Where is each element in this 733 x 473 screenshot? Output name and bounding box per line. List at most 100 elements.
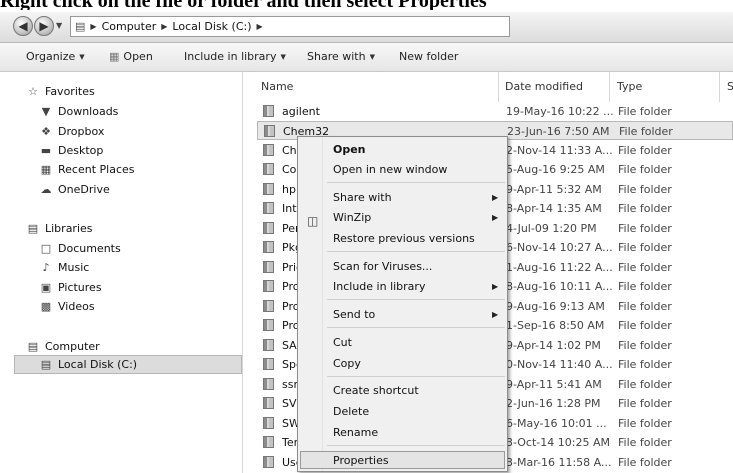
menu-item-create-shortcut[interactable]: Create shortcut bbox=[333, 384, 419, 397]
open-button[interactable]: ▦ Open bbox=[109, 50, 153, 63]
music-icon: ♪ bbox=[42, 261, 50, 274]
folder-icon bbox=[263, 417, 274, 429]
folder-icon bbox=[263, 280, 274, 292]
column-header-size[interactable]: S bbox=[727, 80, 733, 93]
breadcrumb-computer[interactable]: Computer bbox=[102, 20, 157, 33]
folder-icon bbox=[263, 202, 274, 214]
folder-icon bbox=[263, 300, 274, 312]
column-header-type[interactable]: Type bbox=[617, 80, 642, 93]
chevron-right-icon[interactable]: ▶ bbox=[257, 22, 263, 31]
open-label: Open bbox=[123, 50, 153, 63]
menu-item-include-in-library[interactable]: Include in library bbox=[333, 280, 425, 293]
menu-item-rename[interactable]: Rename bbox=[333, 426, 378, 439]
menu-separator bbox=[327, 327, 505, 328]
folder-icon bbox=[263, 358, 274, 370]
nav-favorites[interactable]: ☆ Favorites bbox=[26, 82, 95, 101]
menu-separator bbox=[327, 299, 505, 300]
chevron-down-icon: ▼ bbox=[369, 52, 375, 61]
downloads-icon: ▼ bbox=[41, 105, 51, 118]
libraries-icon: ▤ bbox=[27, 222, 39, 235]
desktop-icon: ▬ bbox=[40, 144, 52, 157]
dropbox-icon: ❖ bbox=[41, 125, 51, 138]
nav-documents[interactable]: □ Documents bbox=[39, 239, 121, 258]
column-divider[interactable] bbox=[498, 72, 499, 102]
chevron-right-icon[interactable]: ▶ bbox=[90, 22, 96, 31]
address-box[interactable]: ▤ ▶ Computer ▶ Local Disk (C:) ▶ bbox=[70, 16, 510, 37]
menu-item-open[interactable]: Open bbox=[333, 143, 366, 156]
folder-icon bbox=[263, 456, 274, 468]
winzip-icon: ◫ bbox=[307, 214, 319, 228]
folder-icon bbox=[263, 163, 274, 175]
new-folder-label: New folder bbox=[399, 50, 459, 63]
column-divider[interactable] bbox=[609, 72, 610, 102]
share-with-button[interactable]: Share with ▼ bbox=[307, 50, 375, 63]
nav-desktop[interactable]: ▬ Desktop bbox=[39, 141, 104, 160]
nav-recent-places[interactable]: ▦ Recent Places bbox=[39, 160, 135, 179]
recent-places-icon: ▦ bbox=[40, 163, 52, 176]
menu-item-send-to[interactable]: Send to bbox=[333, 308, 375, 321]
include-label: Include in library bbox=[184, 50, 277, 63]
menu-item-properties[interactable]: Properties bbox=[333, 454, 389, 467]
menu-separator bbox=[327, 251, 505, 252]
nav-computer[interactable]: ▤ Computer bbox=[26, 337, 100, 356]
nav-libraries[interactable]: ▤ Libraries bbox=[26, 219, 93, 238]
computer-icon: ▤ bbox=[27, 340, 39, 353]
command-bar: Organize ▼ ▦ Open Include in library ▼ S… bbox=[0, 43, 733, 72]
drive-icon: ▤ bbox=[75, 20, 86, 33]
nav-dropbox[interactable]: ❖ Dropbox bbox=[39, 122, 104, 141]
instruction-caption: Right click on the file or folder and th… bbox=[0, 0, 733, 10]
menu-item-copy[interactable]: Copy bbox=[333, 357, 361, 370]
folder-icon bbox=[263, 241, 274, 253]
menu-item-cut[interactable]: Cut bbox=[333, 336, 352, 349]
column-divider[interactable] bbox=[719, 72, 720, 102]
menu-item-share-with[interactable]: Share with bbox=[333, 191, 392, 204]
cloud-icon: ☁ bbox=[40, 183, 52, 196]
address-bar: ◀ ▶ ▼ ▤ ▶ Computer ▶ Local Disk (C:) ▶ bbox=[0, 12, 733, 43]
folder-icon bbox=[263, 378, 274, 390]
share-label: Share with bbox=[307, 50, 366, 63]
chevron-right-icon[interactable]: ▶ bbox=[161, 22, 167, 31]
table-row[interactable]: agilent 19-May-16 10:22 ... File folder bbox=[257, 102, 733, 121]
folder-icon bbox=[264, 125, 275, 137]
organize-label: Organize bbox=[26, 50, 76, 63]
chevron-down-icon: ▼ bbox=[280, 52, 286, 61]
new-folder-button[interactable]: New folder bbox=[399, 50, 458, 63]
nav-onedrive[interactable]: ☁ OneDrive bbox=[39, 180, 110, 199]
menu-item-delete[interactable]: Delete bbox=[333, 405, 369, 418]
nav-videos[interactable]: ▩ Videos bbox=[39, 297, 95, 316]
menu-separator bbox=[327, 445, 505, 446]
nav-downloads[interactable]: ▼ Downloads bbox=[39, 102, 119, 121]
menu-item-scan-for-viruses[interactable]: Scan for Viruses... bbox=[333, 260, 432, 273]
videos-icon: ▩ bbox=[40, 300, 52, 313]
folder-icon bbox=[263, 319, 274, 331]
back-button[interactable]: ◀ bbox=[13, 16, 33, 36]
column-header-date-modified[interactable]: Date modified bbox=[505, 80, 583, 93]
menu-item-open-new-window[interactable]: Open in new window bbox=[333, 163, 447, 176]
document-icon: □ bbox=[40, 242, 52, 255]
menu-separator bbox=[327, 376, 505, 377]
forward-button[interactable]: ▶ bbox=[34, 16, 54, 36]
menu-separator bbox=[327, 182, 505, 183]
breadcrumb-local-disk[interactable]: Local Disk (C:) bbox=[172, 20, 251, 33]
include-in-library-button[interactable]: Include in library ▼ bbox=[184, 50, 286, 63]
nav-local-disk[interactable]: ▤ Local Disk (C:) bbox=[14, 355, 242, 374]
context-menu: Open Open in new window Share with ▶ ◫ W… bbox=[297, 136, 508, 472]
folder-icon bbox=[263, 339, 274, 351]
recent-pages-dropdown[interactable]: ▼ bbox=[56, 21, 62, 30]
folder-open-icon: ▦ bbox=[109, 50, 120, 63]
folder-icon bbox=[263, 261, 274, 273]
menu-item-restore-previous-versions[interactable]: Restore previous versions bbox=[333, 232, 475, 245]
folder-icon bbox=[263, 144, 274, 156]
nav-pictures[interactable]: ▣ Pictures bbox=[39, 278, 102, 297]
folder-icon bbox=[263, 183, 274, 195]
organize-button[interactable]: Organize ▼ bbox=[26, 50, 85, 63]
folder-icon bbox=[263, 222, 274, 234]
menu-item-properties-highlight bbox=[300, 451, 505, 469]
menu-item-winzip[interactable]: WinZip bbox=[333, 211, 371, 224]
star-icon: ☆ bbox=[28, 85, 38, 98]
folder-icon bbox=[263, 436, 274, 448]
navigation-pane: ☆ Favorites ▼ Downloads ❖ Dropbox ▬ Desk… bbox=[0, 72, 243, 473]
column-header-name[interactable]: Name bbox=[261, 80, 293, 93]
chevron-down-icon: ▼ bbox=[79, 52, 85, 61]
nav-music[interactable]: ♪ Music bbox=[39, 258, 89, 277]
